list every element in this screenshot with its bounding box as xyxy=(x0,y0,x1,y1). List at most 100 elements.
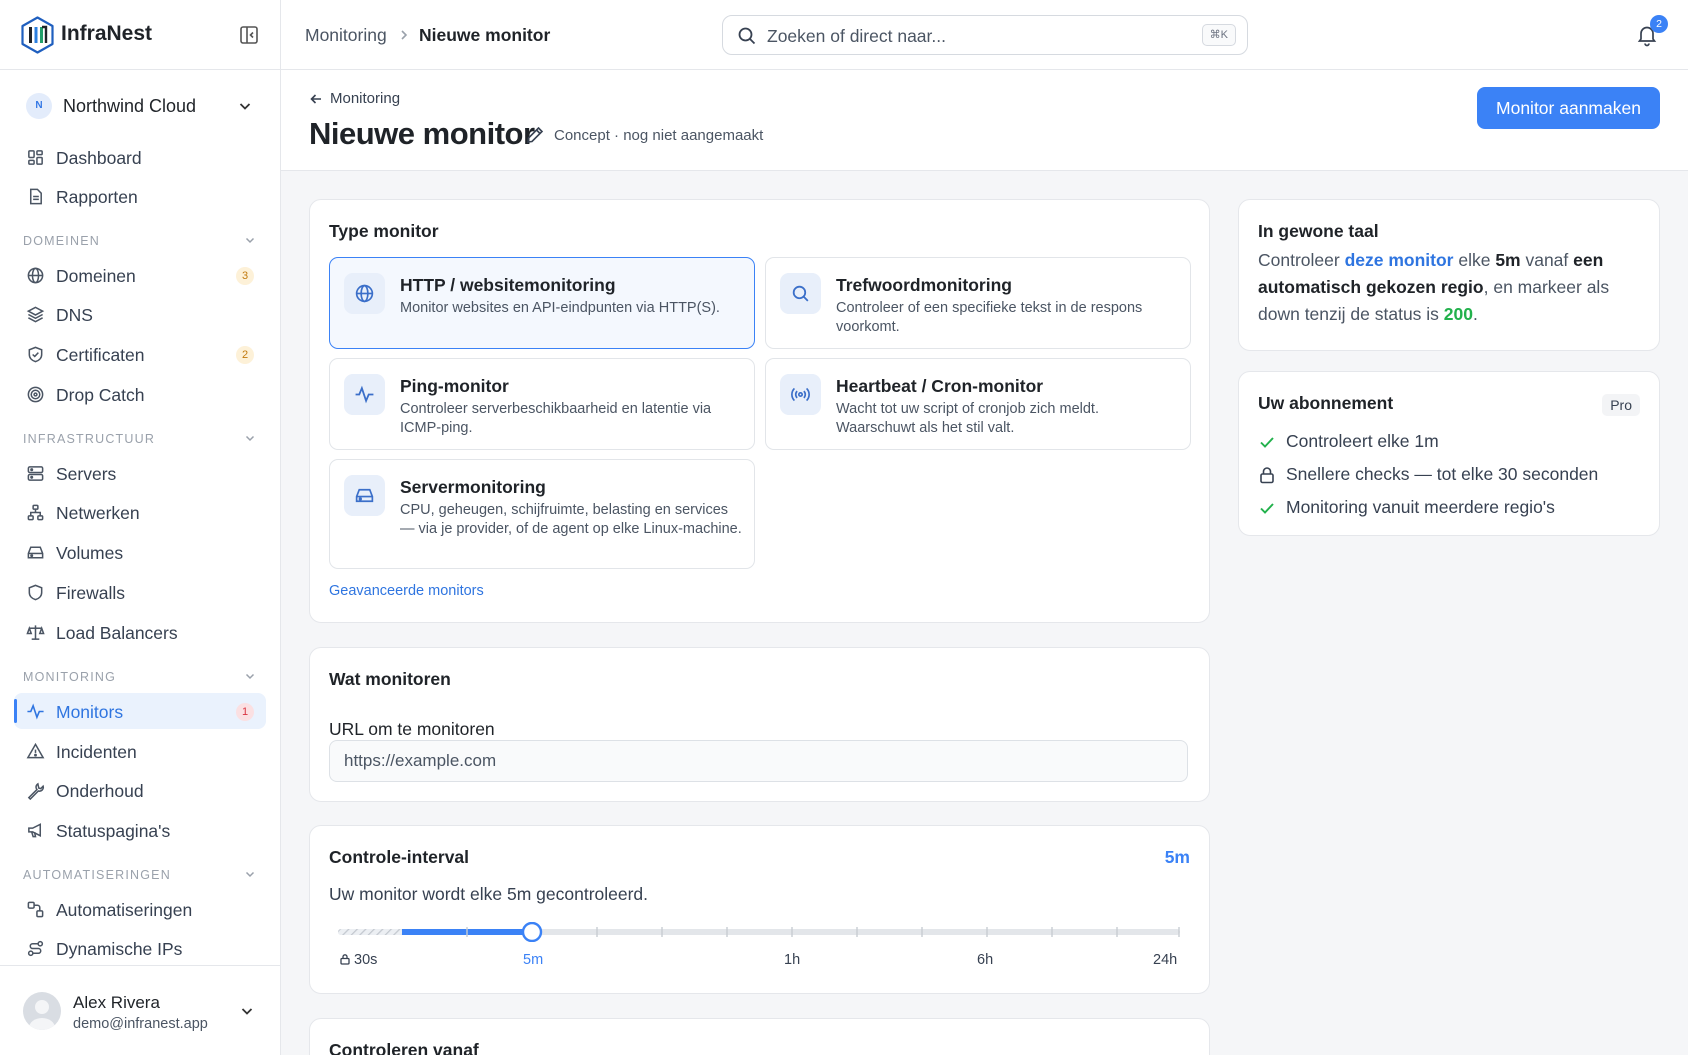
sidebar-item-reports[interactable]: Rapporten xyxy=(14,178,266,214)
breadcrumb-monitoring[interactable]: Monitoring xyxy=(305,25,387,46)
card-title: Controleren vanaf xyxy=(329,1040,479,1055)
tick-24h: 24h xyxy=(1153,952,1178,968)
create-monitor-button[interactable]: Monitor aanmaken xyxy=(1477,87,1660,129)
sidebar-item-label: Servers xyxy=(56,464,117,484)
sidebar-item-networks[interactable]: Netwerken xyxy=(14,494,266,530)
plain-language-card: In gewone taal Controleer deze monitor e… xyxy=(1238,199,1660,351)
sidebar-item-drop-catch[interactable]: Drop Catch xyxy=(14,376,266,412)
sidebar-item-automations[interactable]: Automatiseringen xyxy=(14,891,266,927)
active-indicator xyxy=(14,699,17,723)
option-icon-box xyxy=(344,273,385,314)
sidebar-item-dynamic-ips[interactable]: Dynamische IPs xyxy=(14,930,266,966)
chevron-right-icon xyxy=(401,30,408,40)
monitor-link[interactable]: deze monitor xyxy=(1345,250,1454,270)
sidebar-item-servers[interactable]: Servers xyxy=(14,455,266,491)
interval-description: Uw monitor wordt elke 5m gecontroleerd. xyxy=(329,884,649,904)
sidebar-item-label: Load Balancers xyxy=(56,623,178,643)
section-infrastructure[interactable]: INFRASTRUCTUUR xyxy=(23,430,257,448)
sidebar-item-domains[interactable]: Domeinen 3 xyxy=(14,257,266,293)
url-label: URL om te monitoren xyxy=(329,719,495,739)
url-input[interactable] xyxy=(329,740,1188,782)
option-name: Trefwoordmonitoring xyxy=(836,275,1012,295)
pencil-icon[interactable] xyxy=(525,125,545,145)
sidebar-item-label: Firewalls xyxy=(56,583,126,603)
warning-icon xyxy=(26,742,45,759)
section-domains[interactable]: DOMEINEN xyxy=(23,232,257,250)
section-label: DOMEINEN xyxy=(23,234,100,248)
card-title: In gewone taal xyxy=(1258,221,1379,241)
report-icon xyxy=(29,188,42,205)
check-icon xyxy=(1260,437,1274,448)
sidebar-item-monitors[interactable]: Monitors 1 xyxy=(14,693,266,729)
sidebar-item-load-balancers[interactable]: Load Balancers xyxy=(14,614,266,650)
sidebar-item-incidents[interactable]: Incidenten xyxy=(14,733,266,769)
megaphone-icon xyxy=(28,823,42,838)
interval-slider[interactable] xyxy=(338,922,1180,942)
sidebar-item-firewalls[interactable]: Firewalls xyxy=(14,574,266,610)
sidebar-item-label: Dynamische IPs xyxy=(56,939,183,959)
monitor-type-card: Type monitor HTTP / websitemonitoring Mo… xyxy=(309,199,1210,623)
sidebar-item-label: Domeinen xyxy=(56,266,136,286)
shield-check-icon xyxy=(28,346,43,363)
sidebar-item-label: Netwerken xyxy=(56,503,140,523)
wrench-icon xyxy=(27,782,45,800)
section-automation[interactable]: AUTOMATISERINGEN xyxy=(23,866,257,884)
scale-icon xyxy=(26,625,45,640)
slider-locked-range xyxy=(338,929,402,935)
section-label: INFRASTRUCTUUR xyxy=(23,432,156,446)
search-icon xyxy=(792,285,809,302)
search-icon xyxy=(738,27,756,45)
globe-icon xyxy=(27,267,44,284)
section-monitoring[interactable]: MONITORING xyxy=(23,668,257,686)
draft-status: Concept · nog niet aangemaakt xyxy=(554,127,764,144)
layers-icon xyxy=(26,306,45,323)
sidebar-item-dashboard[interactable]: Dashboard xyxy=(14,139,266,175)
tick-5m: 5m xyxy=(523,952,544,968)
workflow-icon xyxy=(27,901,44,918)
type-option-server[interactable]: Servermonitoring CPU, geheugen, schijfru… xyxy=(329,459,755,569)
sidebar-item-label: Automatiseringen xyxy=(56,900,193,920)
sidebar-item-label: Drop Catch xyxy=(56,385,145,405)
sidebar-item-maintenance[interactable]: Onderhoud xyxy=(14,772,266,808)
app-name: InfraNest xyxy=(61,22,153,45)
sidebar-item-label: Volumes xyxy=(56,543,124,563)
sidebar-item-status-pages[interactable]: Statuspagina's xyxy=(14,812,266,848)
advanced-monitors-link[interactable]: Geavanceerde monitors xyxy=(329,583,484,599)
sidebar-collapse-icon[interactable] xyxy=(238,24,260,46)
type-option-heartbeat[interactable]: Heartbeat / Cron-monitor Wacht tot uw sc… xyxy=(765,358,1191,450)
interval-value: 5m xyxy=(1164,847,1190,867)
avatar xyxy=(23,992,61,1030)
type-option-http[interactable]: HTTP / websitemonitoring Monitor website… xyxy=(329,257,755,349)
option-description: Controleer serverbeschikbaarheid en late… xyxy=(400,401,712,436)
brand: InfraNest xyxy=(0,0,281,70)
sidebar-item-label: Incidenten xyxy=(56,742,137,762)
sidebar-item-dns[interactable]: DNS xyxy=(14,296,266,332)
server-icon xyxy=(27,466,44,481)
type-option-ping[interactable]: Ping-monitor Controleer serverbeschikbaa… xyxy=(329,358,755,450)
summary-status-code: 200 xyxy=(1443,304,1473,324)
check-from-card: Controleren vanaf xyxy=(309,1018,1210,1055)
hard-drive-icon xyxy=(27,546,44,559)
tick-1h: 1h xyxy=(784,952,801,968)
search-placeholder: Zoeken of direct naar... xyxy=(767,26,946,46)
tick-label-text: 30s xyxy=(354,952,378,968)
search-bar[interactable]: Zoeken of direct naar... ⌘K xyxy=(722,15,1248,55)
option-description: Wacht tot uw script of cronjob zich meld… xyxy=(836,401,1099,436)
tick-6h: 6h xyxy=(977,952,994,968)
subscription-card: Uw abonnement Pro Controleert elke 1m Sn… xyxy=(1238,371,1660,536)
option-name: Heartbeat / Cron-monitor xyxy=(836,376,1044,396)
chevron-down-icon xyxy=(239,103,251,110)
option-icon-box xyxy=(780,374,821,415)
user-menu[interactable]: Alex Rivera demo@infranest.app xyxy=(0,965,281,1055)
type-option-keyword[interactable]: Trefwoordmonitoring Controleer of een sp… xyxy=(765,257,1191,349)
chevron-down-icon xyxy=(245,673,255,680)
pulse-icon xyxy=(355,385,374,404)
back-link-label: Monitoring xyxy=(330,90,401,107)
sidebar-item-volumes[interactable]: Volumes xyxy=(14,534,266,570)
user-email: demo@infranest.app xyxy=(73,1016,208,1032)
tick-30s: 30s xyxy=(339,952,377,968)
section-label: AUTOMATISERINGEN xyxy=(23,868,171,882)
sidebar-item-certificates[interactable]: Certificaten 2 xyxy=(14,336,266,372)
sidebar-item-label: DNS xyxy=(56,305,93,325)
org-switcher[interactable]: N Northwind Cloud xyxy=(14,88,266,124)
